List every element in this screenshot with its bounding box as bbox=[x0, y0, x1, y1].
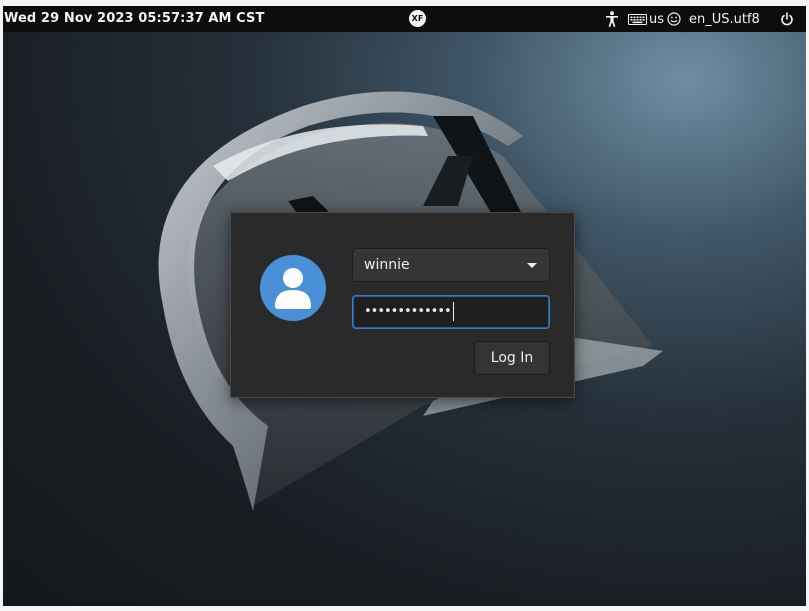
top-panel: Wed 29 Nov 2023 05:57:37 AM CST XF us en… bbox=[3, 6, 806, 32]
accessibility-icon[interactable] bbox=[603, 6, 621, 32]
session-icon[interactable] bbox=[666, 6, 682, 32]
password-input[interactable]: ••••••••••••• bbox=[352, 295, 550, 329]
xfce-logo-icon: XF bbox=[409, 10, 426, 27]
user-avatar-icon bbox=[260, 255, 326, 321]
keyboard-layout-indicator[interactable]: us bbox=[628, 6, 664, 32]
clock: Wed 29 Nov 2023 05:57:37 AM CST bbox=[4, 11, 265, 26]
keyboard-icon bbox=[628, 13, 648, 25]
chevron-down-icon[interactable] bbox=[527, 263, 537, 268]
keyboard-layout-label: us bbox=[649, 11, 665, 27]
login-button[interactable]: Log In bbox=[474, 341, 550, 375]
username-value: winnie bbox=[364, 257, 410, 273]
password-mask: ••••••••••••• bbox=[364, 304, 452, 319]
power-icon[interactable] bbox=[778, 6, 796, 32]
login-screen: Wed 29 Nov 2023 05:57:37 AM CST XF us en… bbox=[3, 6, 806, 606]
text-cursor bbox=[452, 302, 454, 321]
login-dialog: winnie ••••••••••••• Log In bbox=[230, 212, 575, 398]
username-dropdown[interactable]: winnie bbox=[352, 248, 550, 282]
language-selector[interactable]: en_US.utf8 bbox=[689, 6, 760, 32]
